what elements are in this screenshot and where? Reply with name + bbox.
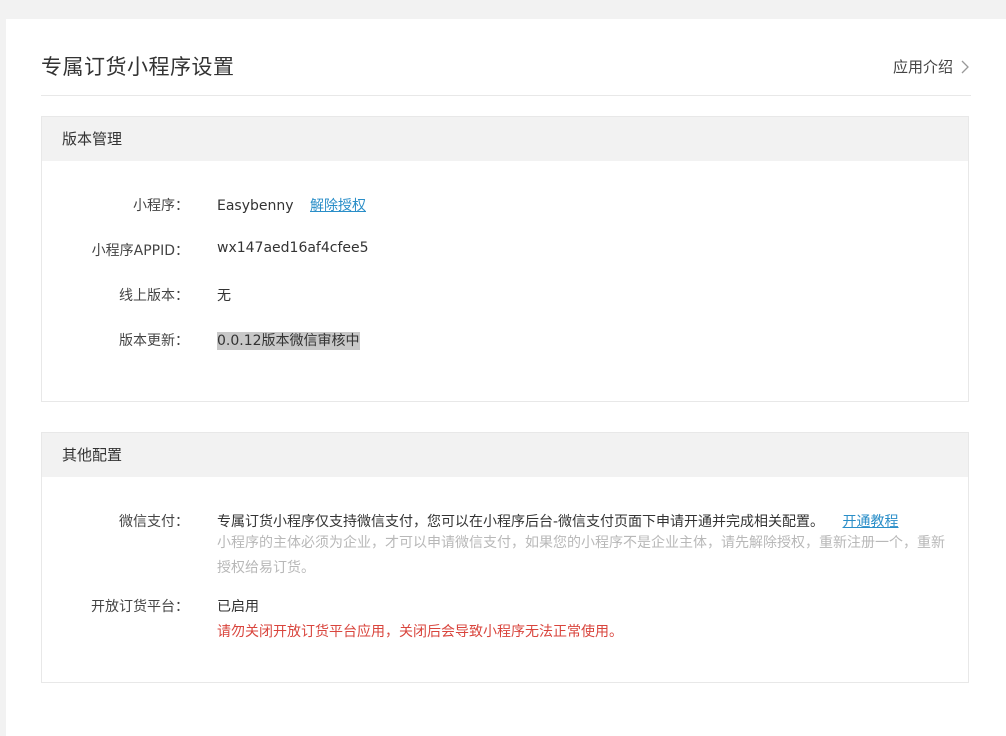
page-title: 专属订货小程序设置 [41, 55, 235, 79]
miniapp-value: Easybenny 解除授权 [217, 195, 958, 215]
wechat-pay-note: 小程序的主体必须为企业，才可以申请微信支付，如果您的小程序不是企业主体，请先解除… [217, 535, 945, 576]
miniapp-name: Easybenny [217, 198, 294, 214]
ordering-platform-warning: 请勿关闭开放订货平台应用，关闭后会导致小程序无法正常使用。 [217, 624, 623, 640]
wechat-pay-description: 专属订货小程序仅支持微信支付，您可以在小程序后台-微信支付页面下申请开通并完成相… [217, 514, 825, 530]
page-header: 专属订货小程序设置 应用介绍 [41, 19, 971, 96]
wechat-pay-value: 专属订货小程序仅支持微信支付，您可以在小程序后台-微信支付页面下申请开通并完成相… [217, 511, 958, 581]
ordering-platform-value: 已启用 请勿关闭开放订货平台应用，关闭后会导致小程序无法正常使用。 [217, 596, 958, 641]
appid-value: wx147aed16af4cfee5 [217, 240, 369, 256]
settings-card: 专属订货小程序设置 应用介绍 版本管理 小程序： Easybenny 解除授权 … [6, 19, 1006, 736]
section-title: 其他配置 [42, 433, 968, 477]
wechat-pay-label: 微信支付： [119, 514, 189, 530]
section-title: 版本管理 [42, 117, 968, 161]
chevron-right-icon [961, 60, 969, 73]
online-version-value: 无 [217, 288, 231, 304]
version-update-status: 0.0.12版本微信审核中 [217, 332, 360, 350]
pay-tutorial-link[interactable]: 开通教程 [843, 514, 899, 530]
revoke-authorization-link[interactable]: 解除授权 [310, 198, 366, 214]
ordering-platform-label: 开放订货平台： [91, 599, 189, 615]
online-version-label: 线上版本： [119, 288, 189, 304]
miniapp-label: 小程序： [133, 198, 189, 214]
appid-label: 小程序APPID： [91, 243, 189, 259]
ordering-platform-status: 已启用 [217, 599, 259, 615]
version-management-section: 版本管理 小程序： Easybenny 解除授权 小程序APPID： wx147… [41, 116, 969, 402]
version-update-value: 0.0.12版本微信审核中 [217, 330, 958, 350]
other-config-section: 其他配置 微信支付： 专属订货小程序仅支持微信支付，您可以在小程序后台-微信支付… [41, 432, 969, 683]
version-update-label: 版本更新： [119, 333, 189, 349]
app-intro-link[interactable]: 应用介绍 [893, 56, 971, 77]
app-intro-label: 应用介绍 [892, 58, 953, 76]
